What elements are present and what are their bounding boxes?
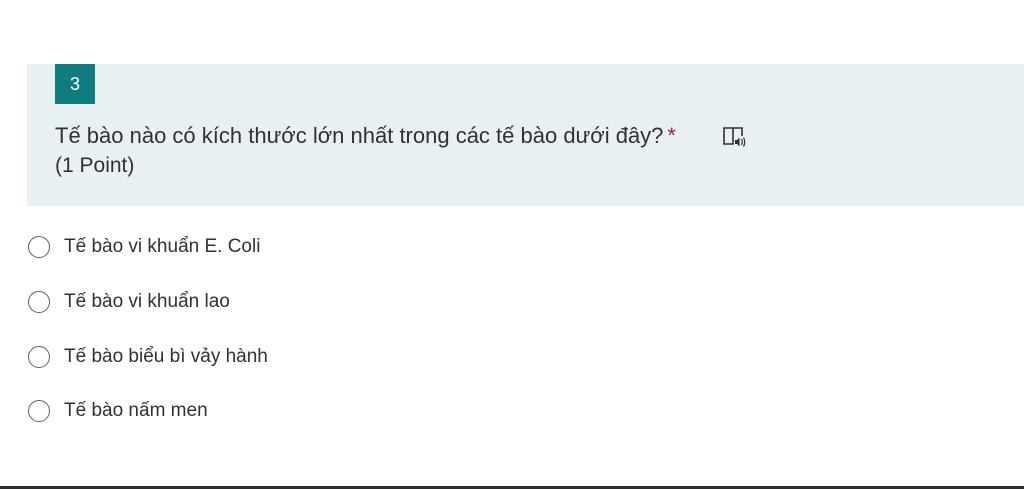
option-label: Tế bào nấm men	[64, 400, 208, 421]
immersive-reader-icon[interactable]	[721, 124, 747, 150]
question-title: Tế bào nào có kích thước lớn nhất trong …	[55, 122, 676, 150]
option-2[interactable]: Tế bào vi khuẩn lao	[28, 288, 230, 316]
required-mark: *	[667, 123, 676, 148]
radio-button[interactable]	[28, 291, 50, 313]
question-header: 3 Tế bào nào có kích thước lớn nhất tron…	[27, 64, 1024, 206]
radio-button[interactable]	[28, 346, 50, 368]
radio-button[interactable]	[28, 400, 50, 422]
option-label: Tế bào vi khuẩn E. Coli	[64, 236, 261, 257]
option-3[interactable]: Tế bào biểu bì vảy hành	[28, 343, 268, 371]
question-points: (1 Point)	[55, 154, 135, 177]
option-4[interactable]: Tế bào nấm men	[28, 397, 208, 425]
question-number-badge: 3	[55, 64, 95, 104]
option-label: Tế bào biểu bì vảy hành	[64, 346, 268, 367]
form-page: 3 Tế bào nào có kích thước lớn nhất tron…	[0, 0, 1024, 489]
radio-button[interactable]	[28, 236, 50, 258]
option-1[interactable]: Tế bào vi khuẩn E. Coli	[28, 233, 260, 261]
option-label: Tế bào vi khuẩn lao	[64, 291, 230, 312]
question-text: Tế bào nào có kích thước lớn nhất trong …	[55, 123, 664, 148]
